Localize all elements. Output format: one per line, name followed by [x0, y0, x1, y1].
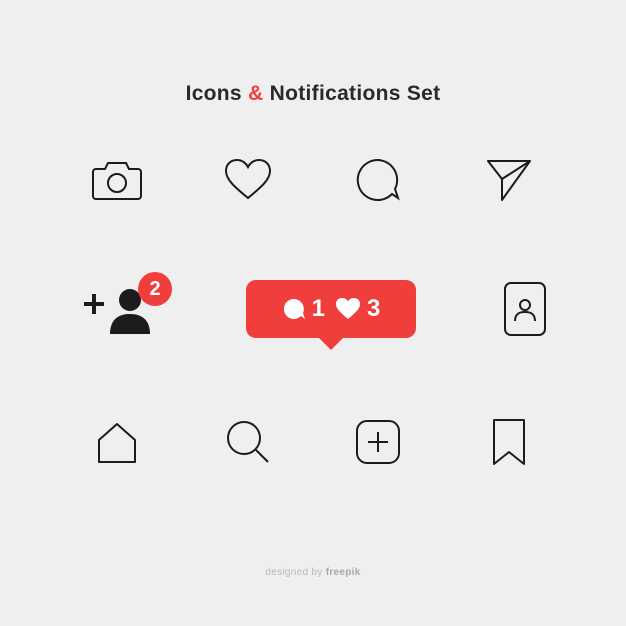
comment-icon	[349, 156, 407, 204]
icon-row-3	[0, 418, 626, 466]
icon-row-2: 2 1 3	[0, 280, 626, 338]
notification-bubble: 1 3	[246, 280, 416, 338]
title-amp: &	[248, 82, 263, 105]
send-icon	[480, 158, 538, 202]
camera-icon	[88, 159, 146, 201]
follower-count: 2	[149, 278, 160, 301]
credit-brand: freepik	[326, 567, 361, 578]
follower-count-badge: 2	[138, 272, 172, 306]
credit-line: designed by freepik	[0, 567, 626, 578]
page-title: Icons & Notifications Set	[0, 82, 626, 106]
title-post: Notifications Set	[264, 82, 441, 105]
title-pre: Icons	[186, 82, 248, 105]
add-follower-icon: 2	[80, 280, 166, 338]
add-post-icon	[349, 419, 407, 465]
like-count: 3	[367, 295, 380, 323]
comment-count: 1	[312, 295, 325, 323]
profile-icon	[496, 281, 554, 337]
comment-filled-icon	[282, 297, 306, 321]
heart-icon	[219, 158, 277, 202]
like-count-group: 3	[335, 295, 380, 323]
icon-row-1	[0, 156, 626, 204]
comment-count-group: 1	[282, 295, 325, 323]
search-icon	[219, 418, 277, 466]
heart-filled-icon	[335, 297, 361, 321]
credit-prefix: designed by	[265, 567, 325, 578]
bookmark-icon	[480, 418, 538, 466]
home-icon	[88, 418, 146, 466]
